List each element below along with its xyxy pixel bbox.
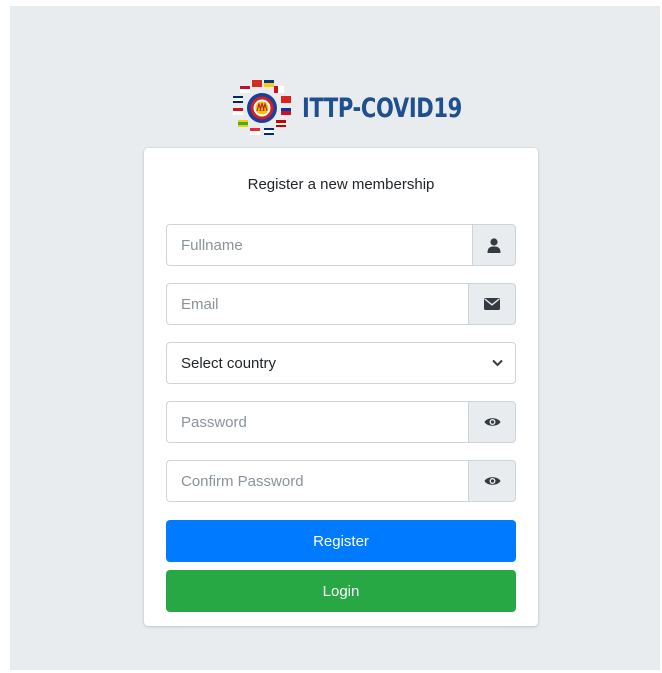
country-select[interactable]: Select country (166, 342, 516, 384)
eye-icon (484, 418, 500, 426)
brand-header: ITTP-COVID19 (228, 78, 507, 138)
confirm-password-toggle[interactable] (468, 460, 516, 502)
password-toggle[interactable] (468, 401, 516, 443)
page-background: ITTP-COVID19 Register a new membership F… (10, 6, 660, 670)
fullname-addon (472, 224, 516, 266)
email-addon (468, 283, 516, 325)
card-title: Register a new membership (247, 176, 435, 193)
country-select-value: Select country (181, 354, 277, 372)
envelope-icon (484, 298, 500, 310)
user-icon (487, 237, 501, 253)
brand-title: ITTP-COVID19 (302, 92, 462, 124)
register-button[interactable]: Register (166, 520, 516, 562)
chevron-down-icon (492, 359, 503, 367)
register-card: Register a new membership Sel (144, 148, 538, 626)
email-input-group (166, 283, 516, 325)
password-input-group (166, 401, 516, 443)
confirm-password-input[interactable] (166, 460, 468, 502)
eye-icon (484, 477, 500, 485)
fullname-input[interactable] (166, 224, 472, 266)
email-input[interactable] (166, 283, 468, 325)
fullname-input-group (166, 224, 516, 266)
login-button[interactable]: Login (166, 570, 516, 612)
confirm-password-input-group (166, 460, 516, 502)
asean-emblem-logo (228, 78, 296, 138)
password-input[interactable] (166, 401, 468, 443)
